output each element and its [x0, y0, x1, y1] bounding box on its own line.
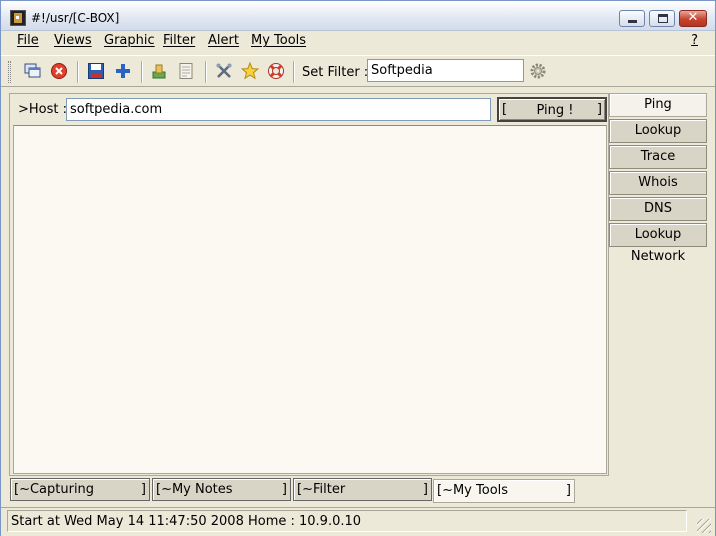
- menu-my-tools[interactable]: My Tools: [251, 33, 306, 48]
- app-icon: [10, 10, 26, 26]
- menu-help[interactable]: ?: [691, 33, 698, 48]
- tool-tab-dns[interactable]: DNS: [609, 197, 707, 221]
- output-area[interactable]: [13, 125, 607, 474]
- tool-tab-whois[interactable]: Whois: [609, 171, 707, 195]
- save-icon[interactable]: [87, 62, 105, 80]
- star-icon[interactable]: [241, 62, 259, 80]
- ping-button-close-bracket: ]: [596, 102, 602, 117]
- filter-input[interactable]: [367, 59, 524, 82]
- lifebuoy-icon[interactable]: [267, 62, 285, 80]
- toolbar-separator: [141, 61, 143, 83]
- host-label: >Host :: [18, 102, 68, 117]
- menu-file[interactable]: File: [17, 33, 39, 48]
- tab-label: [~My Tools: [437, 483, 509, 498]
- app-window: #!/usr/[C-BOX] ✕ File Views Graphic Filt…: [0, 0, 716, 536]
- tool-tab-lookup-network[interactable]: Lookup Network: [609, 223, 707, 264]
- title-bar[interactable]: #!/usr/[C-BOX] ✕: [1, 1, 715, 31]
- menu-alert[interactable]: Alert: [208, 33, 239, 48]
- minimize-button[interactable]: [619, 10, 645, 27]
- host-input[interactable]: [66, 98, 491, 121]
- ping-panel: >Host : [ Ping ! ]: [9, 93, 609, 476]
- tab-label: [~Filter: [297, 482, 346, 497]
- maximize-icon: [658, 14, 668, 23]
- tab-close-bracket: ]: [140, 482, 146, 497]
- tab-capturing[interactable]: [~Capturing ]: [10, 478, 150, 501]
- notes-icon[interactable]: [177, 62, 195, 80]
- menu-graphic[interactable]: Graphic: [104, 33, 155, 48]
- maximize-button[interactable]: [649, 10, 675, 27]
- status-bar: Start at Wed May 14 11:47:50 2008 Home :…: [1, 507, 715, 536]
- tab-close-bracket: ]: [422, 482, 428, 497]
- toolbar-grip[interactable]: [8, 61, 11, 83]
- windows-icon[interactable]: [24, 62, 42, 80]
- tab-close-bracket: ]: [565, 483, 571, 498]
- ping-button-label: Ping !: [536, 103, 574, 118]
- tab-label: [~My Notes: [156, 482, 233, 497]
- close-button[interactable]: ✕: [679, 10, 707, 27]
- tool-tab-trace[interactable]: Trace: [609, 145, 707, 169]
- menu-bar: File Views Graphic Filter Alert My Tools…: [1, 31, 715, 51]
- tool-tab-ping[interactable]: Ping: [609, 93, 707, 117]
- close-icon: ✕: [687, 10, 699, 25]
- menu-filter[interactable]: Filter: [163, 33, 195, 48]
- toolbar: Set Filter :: [1, 55, 715, 87]
- add-icon[interactable]: [114, 62, 132, 80]
- toolbar-separator: [77, 61, 79, 83]
- toolbar-separator: [205, 61, 207, 83]
- stop-icon[interactable]: [50, 62, 68, 80]
- toolbar-separator: [293, 61, 295, 83]
- tab-filter[interactable]: [~Filter ]: [293, 478, 432, 501]
- tab-my-tools[interactable]: [~My Tools ]: [433, 479, 575, 503]
- ping-button[interactable]: [ Ping ! ]: [497, 97, 607, 122]
- tab-my-notes[interactable]: [~My Notes ]: [152, 478, 291, 501]
- window-title: #!/usr/[C-BOX]: [31, 11, 120, 25]
- tool-tab-lookup[interactable]: Lookup: [609, 119, 707, 143]
- set-filter-label: Set Filter :: [302, 65, 369, 80]
- resize-grip-icon[interactable]: [697, 519, 711, 533]
- status-text: Start at Wed May 14 11:47:50 2008 Home :…: [11, 514, 362, 529]
- menu-views[interactable]: Views: [54, 33, 92, 48]
- tab-label: [~Capturing: [14, 482, 95, 497]
- clear-icon[interactable]: [150, 62, 168, 80]
- gear-icon[interactable]: [529, 62, 547, 80]
- tab-close-bracket: ]: [281, 482, 287, 497]
- minimize-icon: [628, 20, 637, 23]
- tools-icon[interactable]: [215, 62, 233, 80]
